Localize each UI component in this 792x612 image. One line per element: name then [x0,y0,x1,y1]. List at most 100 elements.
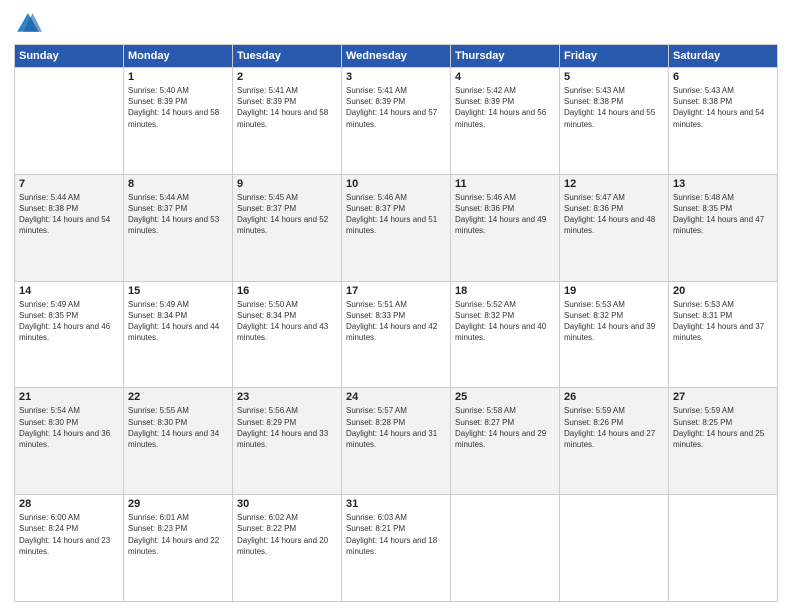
weekday-header: Saturday [669,45,778,68]
day-number: 2 [237,71,337,83]
weekday-header: Sunday [15,45,124,68]
day-number: 24 [346,391,446,403]
day-info: Sunrise: 5:59 AMSunset: 8:25 PMDaylight:… [673,405,773,450]
day-number: 8 [128,178,228,190]
day-number: 17 [346,285,446,297]
day-cell: 10 Sunrise: 5:46 AMSunset: 8:37 PMDayligh… [342,174,451,281]
day-cell [451,495,560,602]
day-number: 23 [237,391,337,403]
week-row: 14 Sunrise: 5:49 AMSunset: 8:35 PMDayligh… [15,281,778,388]
day-info: Sunrise: 5:58 AMSunset: 8:27 PMDaylight:… [455,405,555,450]
day-number: 25 [455,391,555,403]
day-cell: 24 Sunrise: 5:57 AMSunset: 8:28 PMDayligh… [342,388,451,495]
day-number: 28 [19,498,119,510]
day-info: Sunrise: 5:46 AMSunset: 8:36 PMDaylight:… [455,192,555,237]
day-number: 4 [455,71,555,83]
day-cell: 20 Sunrise: 5:53 AMSunset: 8:31 PMDayligh… [669,281,778,388]
day-info: Sunrise: 5:53 AMSunset: 8:32 PMDaylight:… [564,299,664,344]
day-cell: 6Sunrise: 5:43 AMSunset: 8:38 PMDaylight… [669,68,778,175]
day-cell [15,68,124,175]
day-cell: 21 Sunrise: 5:54 AMSunset: 8:30 PMDayligh… [15,388,124,495]
day-info: Sunrise: 5:50 AMSunset: 8:34 PMDaylight:… [237,299,337,344]
day-cell: 29 Sunrise: 6:01 AMSunset: 8:23 PMDayligh… [124,495,233,602]
week-row: 21 Sunrise: 5:54 AMSunset: 8:30 PMDayligh… [15,388,778,495]
day-number: 16 [237,285,337,297]
day-cell: 2 Sunrise: 5:41 AMSunset: 8:39 PMDaylight… [233,68,342,175]
day-info: Sunrise: 5:49 AMSunset: 8:34 PMDaylight:… [128,299,228,344]
day-cell: 1Sunrise: 5:40 AMSunset: 8:39 PMDaylight… [124,68,233,175]
weekday-header: Monday [124,45,233,68]
day-info: Sunrise: 5:42 AMSunset: 8:39 PMDaylight:… [455,85,555,130]
day-number: 7 [19,178,119,190]
weekday-header-row: SundayMondayTuesdayWednesdayThursdayFrid… [15,45,778,68]
day-cell: 4 Sunrise: 5:42 AMSunset: 8:39 PMDaylight… [451,68,560,175]
day-cell: 9 Sunrise: 5:45 AMSunset: 8:37 PMDaylight… [233,174,342,281]
day-cell: 13Sunrise: 5:48 AMSunset: 8:35 PMDayligh… [669,174,778,281]
day-cell: 25 Sunrise: 5:58 AMSunset: 8:27 PMDayligh… [451,388,560,495]
day-cell: 15 Sunrise: 5:49 AMSunset: 8:34 PMDayligh… [124,281,233,388]
day-number: 12 [564,178,664,190]
day-cell: 8 Sunrise: 5:44 AMSunset: 8:37 PMDaylight… [124,174,233,281]
day-cell: 31 Sunrise: 6:03 AMSunset: 8:21 PMDayligh… [342,495,451,602]
day-info: Sunrise: 5:54 AMSunset: 8:30 PMDaylight:… [19,405,119,450]
day-info: Sunrise: 5:41 AMSunset: 8:39 PMDaylight:… [237,85,337,130]
day-info: Sunrise: 5:59 AMSunset: 8:26 PMDaylight:… [564,405,664,450]
day-cell: 17 Sunrise: 5:51 AMSunset: 8:33 PMDayligh… [342,281,451,388]
day-info: Sunrise: 5:56 AMSunset: 8:29 PMDaylight:… [237,405,337,450]
day-number: 31 [346,498,446,510]
day-cell: 7 Sunrise: 5:44 AMSunset: 8:38 PMDaylight… [15,174,124,281]
week-row: 7 Sunrise: 5:44 AMSunset: 8:38 PMDaylight… [15,174,778,281]
day-info: Sunrise: 5:46 AMSunset: 8:37 PMDaylight:… [346,192,446,237]
day-info: Sunrise: 5:53 AMSunset: 8:31 PMDaylight:… [673,299,773,344]
day-number: 21 [19,391,119,403]
day-number: 29 [128,498,228,510]
day-number: 1 [128,71,228,83]
day-number: 13 [673,178,773,190]
day-number: 19 [564,285,664,297]
day-info: Sunrise: 6:01 AMSunset: 8:23 PMDaylight:… [128,512,228,557]
day-info: Sunrise: 6:02 AMSunset: 8:22 PMDaylight:… [237,512,337,557]
day-number: 18 [455,285,555,297]
day-cell: 12 Sunrise: 5:47 AMSunset: 8:36 PMDayligh… [560,174,669,281]
logo-icon [14,10,42,38]
day-number: 9 [237,178,337,190]
day-cell: 18 Sunrise: 5:52 AMSunset: 8:32 PMDayligh… [451,281,560,388]
day-info: Sunrise: 6:00 AMSunset: 8:24 PMDaylight:… [19,512,119,557]
day-info: Sunrise: 5:43 AMSunset: 8:38 PMDaylight:… [564,85,664,130]
day-info: Sunrise: 5:45 AMSunset: 8:37 PMDaylight:… [237,192,337,237]
day-cell: 14 Sunrise: 5:49 AMSunset: 8:35 PMDayligh… [15,281,124,388]
weekday-header: Thursday [451,45,560,68]
day-cell: 16 Sunrise: 5:50 AMSunset: 8:34 PMDayligh… [233,281,342,388]
day-number: 11 [455,178,555,190]
day-info: Sunrise: 5:43 AMSunset: 8:38 PMDaylight:… [673,85,773,130]
day-number: 22 [128,391,228,403]
day-number: 14 [19,285,119,297]
weekday-header: Friday [560,45,669,68]
day-info: Sunrise: 5:57 AMSunset: 8:28 PMDaylight:… [346,405,446,450]
day-cell: 30 Sunrise: 6:02 AMSunset: 8:22 PMDayligh… [233,495,342,602]
day-info: Sunrise: 5:52 AMSunset: 8:32 PMDaylight:… [455,299,555,344]
day-cell: 5 Sunrise: 5:43 AMSunset: 8:38 PMDaylight… [560,68,669,175]
day-number: 5 [564,71,664,83]
day-cell: 27Sunrise: 5:59 AMSunset: 8:25 PMDayligh… [669,388,778,495]
day-info: Sunrise: 5:44 AMSunset: 8:38 PMDaylight:… [19,192,119,237]
day-number: 3 [346,71,446,83]
day-number: 20 [673,285,773,297]
day-info: Sunrise: 6:03 AMSunset: 8:21 PMDaylight:… [346,512,446,557]
weekday-header: Wednesday [342,45,451,68]
week-row: 1Sunrise: 5:40 AMSunset: 8:39 PMDaylight… [15,68,778,175]
page: SundayMondayTuesdayWednesdayThursdayFrid… [0,0,792,612]
day-cell [560,495,669,602]
day-number: 10 [346,178,446,190]
calendar-table: SundayMondayTuesdayWednesdayThursdayFrid… [14,44,778,602]
day-info: Sunrise: 5:47 AMSunset: 8:36 PMDaylight:… [564,192,664,237]
day-cell: 23 Sunrise: 5:56 AMSunset: 8:29 PMDayligh… [233,388,342,495]
day-number: 30 [237,498,337,510]
day-info: Sunrise: 5:51 AMSunset: 8:33 PMDaylight:… [346,299,446,344]
day-number: 15 [128,285,228,297]
day-cell: 19 Sunrise: 5:53 AMSunset: 8:32 PMDayligh… [560,281,669,388]
day-info: Sunrise: 5:49 AMSunset: 8:35 PMDaylight:… [19,299,119,344]
day-cell: 28 Sunrise: 6:00 AMSunset: 8:24 PMDayligh… [15,495,124,602]
day-info: Sunrise: 5:41 AMSunset: 8:39 PMDaylight:… [346,85,446,130]
day-info: Sunrise: 5:44 AMSunset: 8:37 PMDaylight:… [128,192,228,237]
